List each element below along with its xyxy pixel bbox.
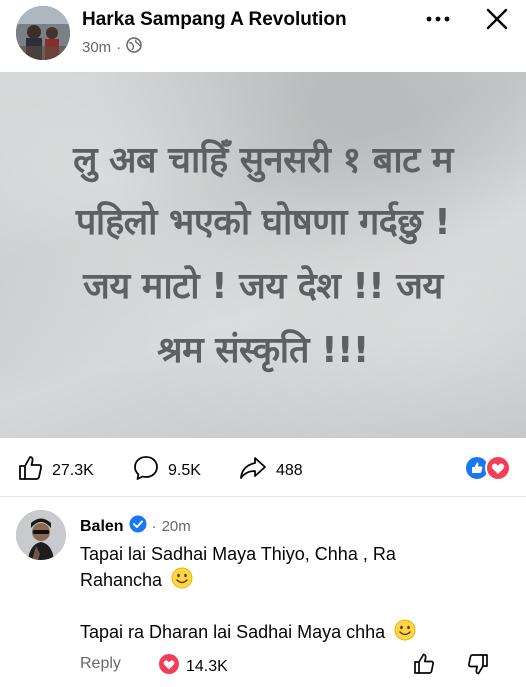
- comment-count: 9.5K: [168, 461, 201, 479]
- post-header: Harka Sampang A Revolution 30m ·: [0, 0, 526, 72]
- comment-reactions[interactable]: 14.3K: [158, 653, 228, 680]
- page-name[interactable]: Harka Sampang A Revolution: [82, 9, 347, 31]
- close-icon[interactable]: [480, 4, 514, 34]
- comment-time[interactable]: 20m: [162, 518, 191, 535]
- comment-author-row: Balen · 20m: [80, 515, 191, 538]
- share-count: 488: [276, 461, 303, 479]
- heart-icon: [158, 653, 180, 680]
- image-text-line-2: पहिलो भएको घोषणा गर्दछु !: [75, 202, 451, 243]
- more-icon[interactable]: [420, 4, 456, 34]
- comment-line-2: Rahancha: [80, 570, 163, 590]
- reaction-summary[interactable]: [464, 455, 512, 481]
- comment-text-line-2: Rahancha: [80, 567, 193, 593]
- share-button[interactable]: 488: [238, 454, 303, 487]
- globe-icon: [126, 37, 142, 57]
- comment-text-line-1: Tapai lai Sadhai Maya Thiyo, Chha , Ra: [80, 541, 396, 567]
- image-text-line-3: जय माटो ! जय देश !! जय: [83, 266, 443, 307]
- image-text-line-1: लु अब चाहिँ सुनसरी १ बाट म: [73, 140, 453, 181]
- comment-separator: ·: [151, 518, 157, 535]
- like-button[interactable]: 27.3K: [16, 454, 94, 487]
- comment-icon: [132, 454, 160, 487]
- post-image[interactable]: लु अब चाहिँ सुनसरी १ बाट म पहिलो भएको घो…: [0, 72, 526, 438]
- verified-icon: [129, 515, 147, 538]
- like-icon[interactable]: [412, 652, 436, 681]
- page-avatar[interactable]: [16, 6, 70, 60]
- like-icon: [16, 454, 44, 487]
- comment-actions: Reply 14.3K: [80, 652, 510, 678]
- post-time[interactable]: 30m: [82, 39, 111, 56]
- divider: [0, 496, 526, 497]
- image-text-line-4: श्रम संस्कृति !!!: [157, 330, 369, 371]
- share-icon: [238, 454, 268, 487]
- commenter-avatar[interactable]: [16, 510, 66, 560]
- smile-emoji-icon: [171, 567, 193, 589]
- dislike-icon[interactable]: [466, 652, 490, 681]
- smile-emoji-icon: [394, 619, 416, 641]
- reply-button[interactable]: Reply: [80, 655, 121, 673]
- comment-text-line-3: Tapai ra Dharan lai Sadhai Maya chha: [80, 619, 416, 645]
- post-actions: 27.3K 9.5K 488: [0, 446, 526, 490]
- like-count: 27.3K: [52, 461, 94, 479]
- comment-reaction-count: 14.3K: [186, 657, 228, 675]
- comment-author[interactable]: Balen: [80, 518, 124, 536]
- comment-line-3: Tapai ra Dharan lai Sadhai Maya chha: [80, 622, 386, 642]
- comment-button[interactable]: 9.5K: [132, 454, 201, 487]
- comment-line-1: Tapai lai Sadhai Maya Thiyo, Chha , Ra: [80, 544, 396, 564]
- meta-separator: ·: [116, 38, 122, 56]
- post-meta: 30m ·: [82, 37, 142, 57]
